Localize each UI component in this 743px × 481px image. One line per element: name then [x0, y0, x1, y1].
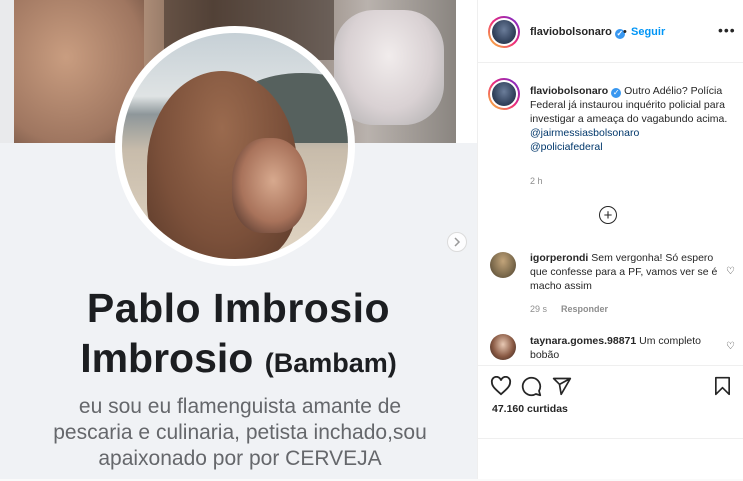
verified-icon: ✓ [611, 88, 622, 98]
mention-link[interactable]: @jairmessiasbolsonaro [530, 126, 730, 140]
left-gutter [0, 0, 14, 143]
share-icon[interactable] [552, 376, 572, 396]
add-comment-area[interactable] [478, 438, 743, 481]
caption-username[interactable]: flaviobolsonaro [530, 85, 608, 97]
bio-line: pescaria e culinaria, petista inchado,so… [53, 421, 427, 444]
save-icon[interactable] [714, 376, 731, 396]
mention-link[interactable]: @policiafederal [530, 140, 730, 154]
caption-timestamp: 2 h [530, 176, 543, 186]
separator-dot: • [623, 26, 627, 38]
next-slide-button[interactable] [447, 232, 467, 252]
post-caption: flaviobolsonaro ✓ Outro Adélio? Polícia F… [530, 84, 730, 154]
profile-picture [122, 33, 348, 259]
more-options-icon[interactable]: ••• [718, 22, 736, 38]
comment-meta: 29 s Responder [530, 304, 622, 314]
likes-count[interactable]: 47.160 curtidas [492, 403, 568, 415]
profile-surname: Imbrosio [80, 335, 254, 381]
profile-name-line2: Imbrosio (Bambam) [0, 335, 477, 382]
comment-time: 29 s [530, 304, 548, 314]
profile-bio: eu sou eu flamenguista amante de pescari… [30, 394, 450, 472]
comment-item: igorperondi Sem vergonha! Só espero que … [530, 251, 726, 293]
profile-name-line1: Pablo Imbrosio [86, 285, 391, 331]
bio-line: apaixonado por por CERVEJA [98, 447, 382, 470]
comment-avatar[interactable] [490, 334, 516, 360]
bio-line: eu sou eu flamenguista amante de [78, 395, 402, 418]
caption-avatar[interactable] [488, 78, 520, 110]
comment-avatar[interactable] [490, 252, 516, 278]
author-username-row: flaviobolsonaro ✓ [530, 26, 625, 39]
instagram-post: Pablo Imbrosio Imbrosio (Bambam) eu sou … [0, 0, 743, 479]
comment-like-icon[interactable]: ♡ [726, 266, 735, 277]
post-media[interactable]: Pablo Imbrosio Imbrosio (Bambam) eu sou … [0, 0, 477, 479]
author-username[interactable]: flaviobolsonaro [530, 26, 612, 38]
author-avatar[interactable] [488, 16, 520, 48]
like-icon[interactable] [490, 376, 512, 396]
profile-nickname: (Bambam) [264, 348, 397, 378]
follow-button[interactable]: Seguir [631, 26, 665, 38]
comment-username[interactable]: igorperondi [530, 252, 588, 264]
comment-like-icon[interactable]: ♡ [726, 341, 735, 352]
comment-username[interactable]: taynara.gomes.98871 [530, 335, 636, 347]
chevron-right-icon [454, 237, 461, 247]
reply-button[interactable]: Responder [561, 304, 608, 314]
comment-icon[interactable] [521, 376, 542, 397]
post-header: flaviobolsonaro ✓ • Seguir ••• [478, 0, 743, 63]
post-actions: 47.160 curtidas [478, 365, 743, 480]
comment-item: taynara.gomes.98871 Um completo bobão [530, 334, 726, 362]
post-sidebar: flaviobolsonaro ✓ • Seguir ••• flaviobols… [477, 0, 743, 479]
load-more-comments-icon[interactable]: + [599, 206, 617, 224]
